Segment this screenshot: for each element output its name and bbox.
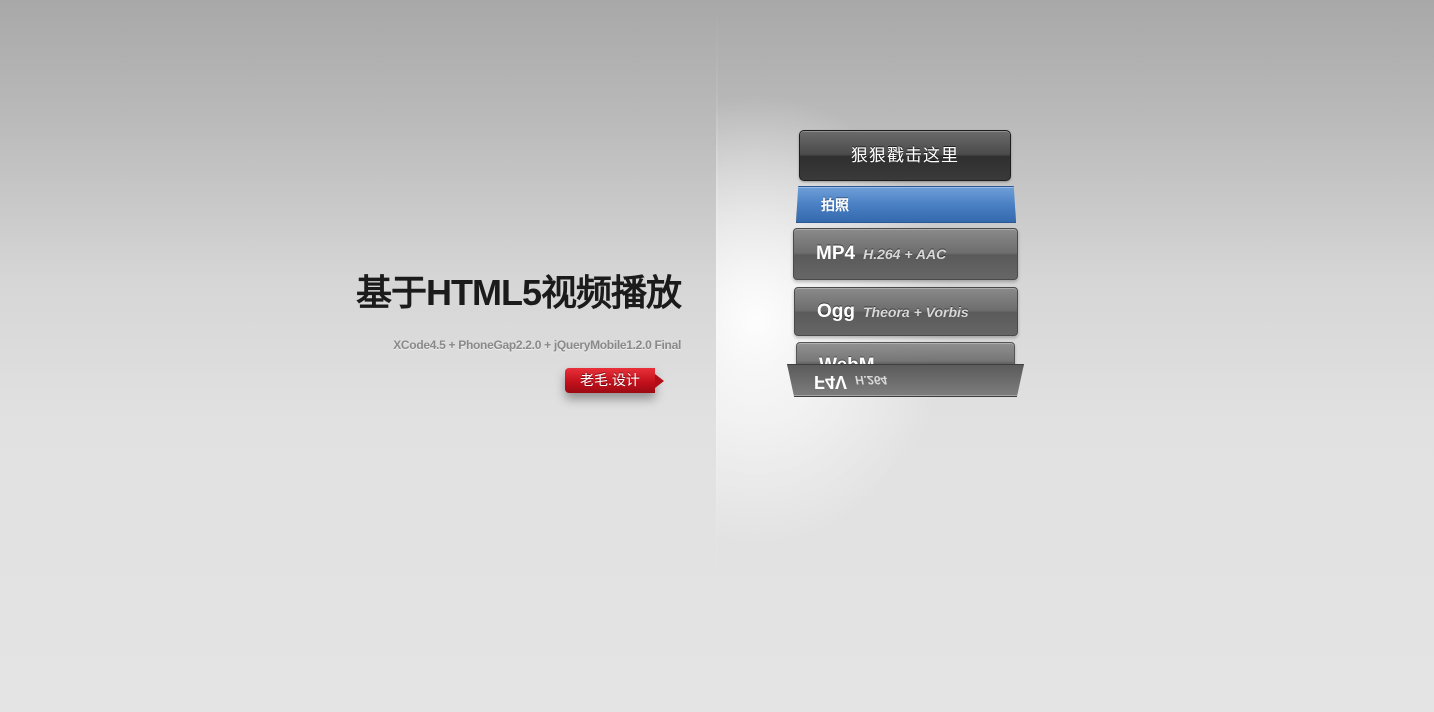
spotlight-edge — [716, 0, 718, 600]
format-button-mp4[interactable]: MP4 H.264 + AAC — [793, 228, 1018, 280]
format-name: Ogg — [817, 301, 855, 322]
format-button-ogg[interactable]: Ogg Theora + Vorbis — [794, 287, 1018, 336]
format-codec: Theora + Vorbis — [863, 304, 969, 320]
format-codec: H.264 — [855, 373, 888, 387]
page-subtitle: XCode4.5 + PhoneGap2.2.0 + jQueryMobile1… — [393, 338, 681, 352]
format-name: F4V — [814, 372, 848, 392]
title-block: 基于HTML5视频播放 XCode4.5 + PhoneGap2.2.0 + j… — [356, 270, 682, 352]
format-codec: H.264 + AAC — [863, 246, 947, 262]
flipped-label: F4V H.264 — [814, 365, 888, 396]
format-button-f4v-flipping[interactable]: F4V H.264 — [787, 364, 1024, 397]
format-name: MP4 — [816, 243, 856, 264]
page-title: 基于HTML5视频播放 — [356, 272, 682, 313]
photo-button[interactable]: 拍照 — [796, 186, 1016, 223]
main-action-button[interactable]: 狠狠戳击这里 — [799, 130, 1011, 181]
author-tag[interactable]: 老毛.设计 — [565, 368, 664, 393]
